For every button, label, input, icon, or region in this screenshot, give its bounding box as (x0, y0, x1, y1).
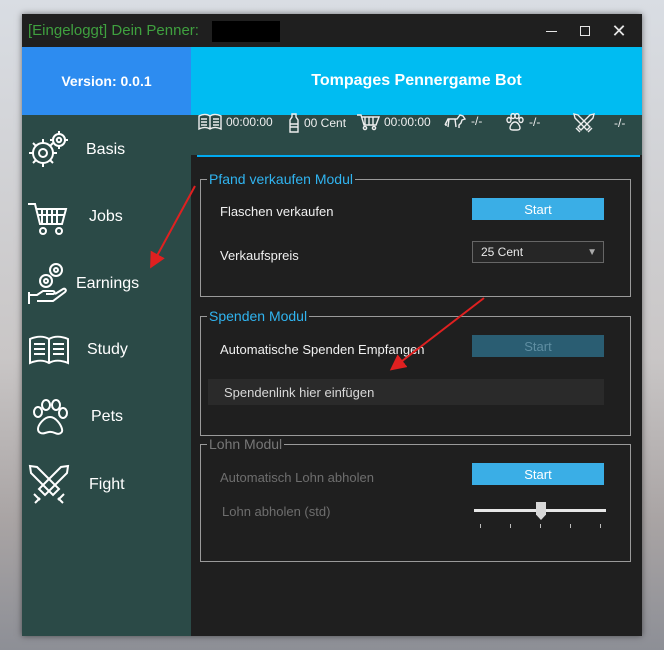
donation-link-input[interactable] (208, 379, 604, 405)
maximize-button[interactable] (568, 14, 602, 47)
auto-donations-label: Automatische Spenden Empfangen (220, 342, 425, 357)
bottle-cent-value: 00 Cent (304, 116, 347, 130)
window-title: [Eingeloggt] Dein Penner: (28, 22, 199, 39)
sidebar-item-pets[interactable]: Pets (22, 386, 191, 448)
sidebar-item-label: Study (87, 341, 128, 358)
lohn-module-title: Lohn Modul (207, 436, 285, 452)
shopping-cart-icon (28, 203, 68, 235)
version-label: Version: 0.0.1 (22, 47, 191, 115)
pet-value: -/- (471, 114, 483, 128)
bottle-icon (289, 113, 299, 133)
sidebar-item-label: Pets (91, 408, 124, 425)
coins-hand-icon (28, 263, 67, 304)
sidebar-item-label: Fight (89, 476, 125, 493)
pfand-module-title: Pfand verkaufen Modul (207, 171, 355, 187)
slider-tick (510, 524, 511, 528)
redacted-username (212, 21, 280, 42)
sale-price-select[interactable]: 25 Cent ▼ (472, 241, 604, 263)
wage-start-button[interactable]: Start (472, 463, 604, 485)
sidebar-item-study[interactable]: Study (22, 319, 191, 381)
sidebar-item-jobs[interactable]: Jobs (22, 186, 191, 248)
sidebar-item-earnings[interactable]: Earnings (22, 253, 191, 315)
status-pet: -/- (443, 113, 482, 129)
sale-price-value: 25 Cent (481, 245, 524, 259)
sidebar-item-label: Jobs (89, 208, 123, 225)
cart-icon (357, 114, 380, 131)
sidebar-item-basis[interactable]: Basis (22, 119, 191, 181)
pfand-module-group: Pfand verkaufen Modul (200, 171, 631, 297)
sell-bottles-start-button[interactable]: Start (472, 198, 604, 220)
crossed-swords-icon (28, 464, 70, 504)
status-cart: 00:00:00 (356, 113, 431, 131)
minimize-icon (545, 31, 557, 32)
slider-tick (480, 524, 481, 528)
wage-interval-slider[interactable] (474, 502, 606, 532)
status-paw: -/- (505, 113, 540, 131)
app-title: Tompages Pennergame Bot (191, 47, 642, 115)
status-study: 00:00:00 (198, 113, 273, 131)
slider-tick (540, 524, 541, 528)
slider-tick (600, 524, 601, 528)
gears-icon (29, 131, 68, 167)
auto-wage-label: Automatisch Lohn abholen (220, 470, 374, 485)
dog-icon (444, 114, 467, 128)
close-icon: ✕ (611, 20, 627, 41)
cart-timer: 00:00:00 (384, 115, 431, 129)
maximize-icon (580, 25, 590, 36)
dropdown-arrow-icon: ▼ (587, 247, 597, 258)
paw-icon (33, 399, 68, 435)
spenden-module-title: Spenden Modul (207, 308, 310, 324)
sidebar-item-fight[interactable]: Fight (22, 454, 191, 516)
status-divider (197, 155, 640, 157)
donations-start-button[interactable]: Start (472, 335, 604, 357)
status-fight: -/- (572, 113, 625, 133)
title-bar[interactable]: [Eingeloggt] Dein Penner: ✕ (22, 14, 642, 47)
swords-small-icon (573, 113, 595, 133)
fight-value: -/- (614, 116, 626, 130)
spenden-module-group: Spenden Modul (200, 308, 631, 436)
study-timer: 00:00:00 (226, 115, 273, 129)
sidebar-item-label: Basis (86, 141, 126, 158)
minimize-button[interactable] (534, 14, 568, 47)
sidebar: Basis Jobs Earnings Study Pets Fight (22, 115, 191, 636)
paw-value: -/- (529, 115, 541, 129)
open-book-icon (29, 335, 69, 365)
sale-price-label: Verkaufspreis (220, 248, 299, 263)
sell-bottles-label: Flaschen verkaufen (220, 204, 334, 219)
wage-interval-label: Lohn abholen (std) (222, 504, 331, 519)
status-bottles: 00 Cent (288, 113, 346, 133)
slider-thumb[interactable] (536, 502, 546, 520)
sidebar-item-label: Earnings (76, 275, 140, 292)
paw-small-icon (506, 113, 524, 131)
book-icon (198, 113, 222, 131)
slider-tick (570, 524, 571, 528)
close-button[interactable]: ✕ (602, 14, 636, 47)
